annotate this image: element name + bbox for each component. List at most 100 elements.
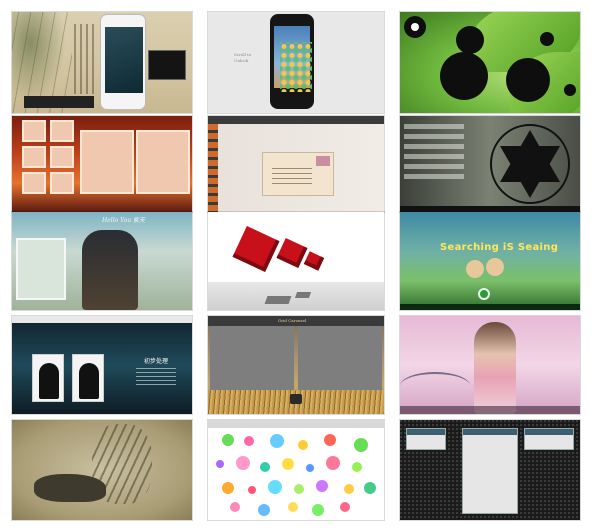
- tile-hexagram-star[interactable]: [400, 116, 580, 212]
- gray-panel[interactable]: [210, 326, 294, 390]
- color-dot[interactable]: [288, 502, 298, 512]
- text-line: [404, 174, 464, 179]
- color-dot[interactable]: [258, 504, 270, 516]
- iphone-screen: [274, 26, 312, 92]
- ui-card[interactable]: [406, 428, 446, 450]
- app-icons-grid: [280, 42, 312, 92]
- color-dot[interactable]: [344, 484, 354, 494]
- tile-ink-ox-painting[interactable]: [12, 420, 192, 520]
- puppy-image: [486, 258, 504, 276]
- tile-iphone-unlock[interactable]: Scroll to Unlock: [208, 12, 384, 113]
- unlock-caption: Scroll to Unlock: [234, 52, 251, 64]
- thumbnail-photo[interactable]: [50, 120, 74, 142]
- color-dot[interactable]: [294, 484, 304, 494]
- tile-anime-couple[interactable]: Hello You 紫天: [12, 212, 192, 310]
- phone-mockup: [100, 14, 146, 110]
- tile-silhouette-effects[interactable]: 初步处理: [12, 316, 192, 414]
- anime-girl-photo: [16, 238, 66, 300]
- media-control-bar: [400, 304, 580, 310]
- thumbnail-photo[interactable]: [22, 146, 46, 168]
- thumbnail-photo[interactable]: [22, 172, 46, 194]
- hexagram-ring: [490, 124, 570, 204]
- tile-title: Grid Carousel: [278, 318, 307, 323]
- thumbnail-photo[interactable]: [50, 172, 74, 194]
- tile-green-leaves[interactable]: [400, 12, 580, 113]
- popup-window: [148, 50, 186, 80]
- image-frame[interactable]: [32, 354, 64, 402]
- red-cube: [303, 251, 325, 271]
- tile-searching-dogs[interactable]: Searching iS Seaing: [400, 212, 580, 310]
- tile-photo-gallery-red[interactable]: [12, 116, 192, 212]
- text-line: [404, 154, 464, 159]
- color-dot[interactable]: [364, 482, 376, 494]
- tile-grid-carousel[interactable]: Grid Carousel: [208, 316, 384, 414]
- red-cube: [232, 225, 280, 273]
- ui-card[interactable]: [462, 428, 518, 514]
- hexagram-star-icon: [500, 130, 560, 198]
- color-dot[interactable]: [248, 486, 256, 494]
- color-dot[interactable]: [306, 464, 314, 472]
- tile-title: Searching iS Seaing: [440, 242, 559, 253]
- tile-dark-cards-ui[interactable]: [400, 420, 580, 520]
- color-dot[interactable]: [316, 480, 328, 492]
- phone-screen: [105, 27, 143, 93]
- description-lines: [136, 368, 176, 388]
- iphone-mockup: [270, 14, 314, 109]
- browser-top-bar: [208, 420, 384, 428]
- color-dot[interactable]: [222, 434, 234, 446]
- tile-red-cubes-3d[interactable]: [208, 212, 384, 310]
- color-dot[interactable]: [324, 434, 336, 446]
- color-dot[interactable]: [298, 440, 308, 450]
- color-dot[interactable]: [222, 482, 234, 494]
- main-photo: [80, 130, 134, 194]
- thumbnail-photo[interactable]: [22, 120, 46, 142]
- ink-ox: [34, 474, 106, 502]
- color-dot[interactable]: [216, 460, 224, 468]
- tile-colorful-dots[interactable]: [208, 420, 384, 520]
- anime-girl-figure: [474, 322, 516, 414]
- media-player-bar: [24, 96, 94, 108]
- camera-icon[interactable]: [290, 394, 302, 404]
- image-frame[interactable]: [72, 354, 104, 402]
- color-dot[interactable]: [236, 456, 250, 470]
- color-dot[interactable]: [312, 504, 324, 516]
- color-dot[interactable]: [244, 436, 254, 446]
- ui-card[interactable]: [524, 428, 574, 450]
- cube-shadow: [264, 296, 292, 304]
- color-dot[interactable]: [352, 462, 362, 472]
- cube-shadow: [294, 292, 312, 298]
- tile-envelope-letter[interactable]: [208, 116, 384, 212]
- color-dot[interactable]: [270, 434, 284, 448]
- gray-panel[interactable]: [298, 326, 382, 390]
- couple-silhouette: [82, 230, 138, 310]
- color-dot[interactable]: [326, 456, 340, 470]
- silhouette-circle[interactable]: [440, 52, 488, 100]
- tile-bamboo-poem-phone[interactable]: [12, 12, 192, 113]
- text-line: [404, 164, 464, 169]
- main-photo: [136, 130, 190, 194]
- stamp: [316, 156, 330, 166]
- menu-circle[interactable]: [456, 26, 484, 54]
- color-dot[interactable]: [354, 438, 368, 452]
- thumbnail-photo[interactable]: [50, 146, 74, 168]
- play-button[interactable]: [478, 288, 490, 300]
- envelope-text-lines: [272, 168, 312, 184]
- color-dot[interactable]: [230, 502, 240, 512]
- text-line: [404, 144, 464, 149]
- play-icon[interactable]: [564, 84, 576, 96]
- apple-icon[interactable]: [506, 58, 550, 102]
- text-line: [404, 124, 464, 129]
- tile-title: Hello You 紫天: [102, 217, 145, 224]
- color-dot[interactable]: [260, 462, 270, 472]
- browser-top-bar: [208, 116, 384, 124]
- tile-anime-girl-sakura[interactable]: [400, 316, 580, 414]
- color-dot[interactable]: [268, 480, 282, 494]
- tile-title: 初步处理: [144, 358, 169, 365]
- text-line: [404, 134, 464, 139]
- color-dot[interactable]: [340, 502, 350, 512]
- media-control-bar: [400, 406, 580, 414]
- gear-icon[interactable]: [540, 32, 554, 46]
- puppy-image: [466, 260, 484, 278]
- color-dot[interactable]: [282, 458, 294, 470]
- skull-icon[interactable]: [404, 16, 426, 38]
